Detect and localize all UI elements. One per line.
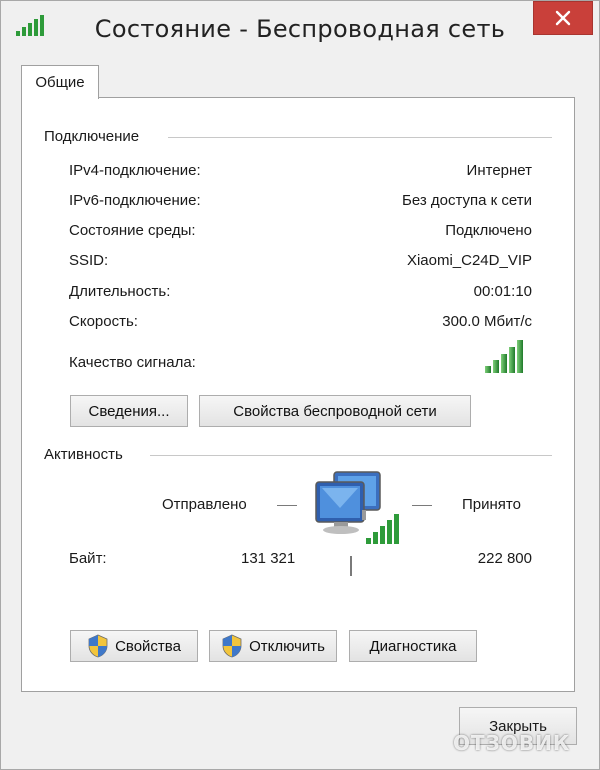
- uac-shield-icon: [222, 634, 242, 658]
- ssid-value: Xiaomi_C24D_VIP: [406, 252, 532, 269]
- signal-quality-icon: [485, 340, 523, 373]
- tab-general[interactable]: Общие: [21, 65, 99, 99]
- disable-button[interactable]: Отключить: [209, 630, 337, 662]
- connection-section-label: Подключение: [44, 128, 148, 145]
- ipv4-value: Интернет: [466, 162, 532, 179]
- bytes-label: Байт:: [69, 550, 107, 567]
- disable-button-label: Отключить: [249, 637, 325, 655]
- title-bar[interactable]: Состояние - Беспроводная сеть: [1, 1, 599, 57]
- ssid-label: SSID:: [69, 252, 109, 269]
- details-button[interactable]: Сведения...: [70, 395, 188, 427]
- uac-shield-icon: [88, 634, 108, 658]
- wireless-properties-button[interactable]: Свойства беспроводной сети: [199, 395, 471, 427]
- activity-divider: [150, 455, 552, 456]
- sent-label: Отправлено: [162, 496, 247, 513]
- bytes-sent-value: 131 321: [241, 550, 296, 567]
- network-computers-icon: [315, 471, 399, 544]
- status-dialog: Состояние - Беспроводная сеть Общие Подк…: [0, 0, 600, 770]
- diagnose-button[interactable]: Диагностика: [349, 630, 477, 662]
- ipv6-value: Без доступа к сети: [402, 192, 532, 209]
- media-state-value: Подключено: [445, 222, 532, 239]
- signal-quality-label: Качество сигнала:: [69, 354, 196, 371]
- window-title: Состояние - Беспроводная сеть: [94, 15, 506, 43]
- bytes-received-value: 222 800: [477, 550, 532, 567]
- media-state-label: Состояние среды:: [69, 222, 196, 239]
- activity-separator: [350, 556, 352, 576]
- received-connector-line: [412, 505, 432, 506]
- watermark-text: ОТЗОВИК: [453, 731, 571, 755]
- window-close-button[interactable]: [533, 1, 593, 35]
- speed-value: 300.0 Мбит/с: [442, 313, 532, 330]
- sent-connector-line: [277, 505, 297, 506]
- ipv6-label: IPv6-подключение:: [69, 192, 201, 209]
- ipv4-label: IPv4-подключение:: [69, 162, 201, 179]
- speed-label: Скорость:: [69, 313, 138, 330]
- tab-panel-general: Подключение IPv4-подключение: Интернет I…: [21, 97, 575, 692]
- properties-button-label: Свойства: [115, 637, 181, 655]
- properties-button[interactable]: Свойства: [70, 630, 198, 662]
- connection-divider: [168, 137, 552, 138]
- received-label: Принято: [462, 496, 521, 513]
- activity-section-label: Активность: [44, 446, 131, 463]
- duration-label: Длительность:: [69, 283, 171, 300]
- duration-value: 00:01:10: [473, 283, 532, 300]
- close-icon: [555, 10, 571, 26]
